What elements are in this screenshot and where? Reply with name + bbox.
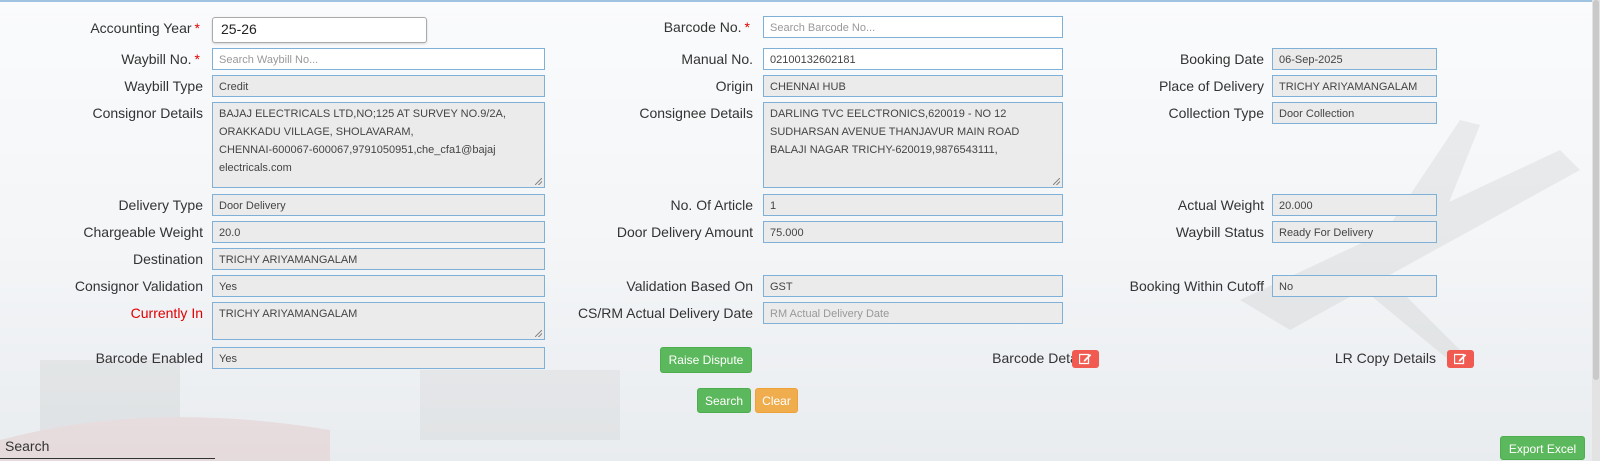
search-button[interactable]: Search <box>697 388 751 413</box>
validation-based-on-field: GST <box>763 275 1063 297</box>
place-of-delivery-field: TRICHY ARIYAMANGALAM <box>1272 75 1437 97</box>
origin-label: Origin <box>715 78 753 94</box>
actual-weight-field: 20.000 <box>1272 194 1437 216</box>
lr-copy-details-edit-button[interactable] <box>1447 350 1474 368</box>
consignor-details-field: BAJAJ ELECTRICALS LTD,NO;125 AT SURVEY N… <box>212 102 545 188</box>
waybill-no-label: Waybill No. * <box>121 50 200 68</box>
chargeable-weight-field: 20.0 <box>212 221 545 243</box>
accounting-year-label: Accounting Year * <box>90 19 200 37</box>
delivery-type-label: Delivery Type <box>118 197 203 213</box>
barcode-no-input[interactable]: Search Barcode No... <box>763 16 1063 38</box>
door-delivery-amount-field: 75.000 <box>763 221 1063 243</box>
currently-in-label: Currently In <box>130 305 203 321</box>
waybill-status-field: Ready For Delivery <box>1272 221 1437 243</box>
edit-icon <box>1079 353 1092 365</box>
consignee-details-label: Consignee Details <box>639 105 753 121</box>
accounting-year-label-text: Accounting Year <box>90 20 192 36</box>
barcode-no-label-text: Barcode No. <box>663 19 742 35</box>
table-search-input[interactable] <box>0 458 215 459</box>
waybill-type-field: Credit <box>212 75 545 97</box>
manual-no-label: Manual No. <box>681 51 753 67</box>
required-marker: * <box>744 19 750 35</box>
no-of-article-label: No. Of Article <box>670 197 753 213</box>
manual-no-input[interactable]: 02100132602181 <box>763 48 1063 70</box>
collection-type-label: Collection Type <box>1168 105 1264 121</box>
waybill-no-input[interactable]: Search Waybill No... <box>212 48 545 70</box>
booking-date-label: Booking Date <box>1179 51 1264 67</box>
actual-weight-label: Actual Weight <box>1177 197 1264 213</box>
vertical-scrollbar[interactable] <box>1592 0 1600 461</box>
barcode-details-edit-button[interactable] <box>1072 350 1099 368</box>
cs-rm-actual-delivery-date-label: CS/RM Actual Delivery Date <box>577 305 753 321</box>
booking-within-cutoff-label: Booking Within Cutoff <box>1129 278 1264 294</box>
place-of-delivery-label: Place of Delivery <box>1158 78 1264 94</box>
barcode-enabled-label: Barcode Enabled <box>95 350 203 366</box>
validation-based-on-label: Validation Based On <box>626 278 753 294</box>
collection-type-field: Door Collection <box>1272 102 1437 124</box>
raise-dispute-button[interactable]: Raise Dispute <box>660 347 752 373</box>
scrollbar-thumb[interactable] <box>1593 0 1599 380</box>
edit-icon <box>1454 353 1467 365</box>
booking-date-field: 06-Sep-2025 <box>1272 48 1437 70</box>
clear-button[interactable]: Clear <box>755 388 798 413</box>
waybill-status-label: Waybill Status <box>1175 224 1264 240</box>
lr-copy-details-label: LR Copy Details <box>1334 350 1436 366</box>
barcode-enabled-field: Yes <box>212 347 545 369</box>
waybill-no-label-text: Waybill No. <box>121 51 192 67</box>
barcode-no-label: Barcode No. * <box>664 18 750 36</box>
required-marker: * <box>194 51 200 67</box>
door-delivery-amount-label: Door Delivery Amount <box>616 224 753 240</box>
accounting-year-value: 25-26 <box>221 21 257 37</box>
top-border <box>0 0 1600 2</box>
no-of-article-field: 1 <box>763 194 1063 216</box>
consignor-validation-field: Yes <box>212 275 545 297</box>
delivery-type-field: Door Delivery <box>212 194 545 216</box>
booking-within-cutoff-field: No <box>1272 275 1437 297</box>
consignor-validation-label: Consignor Validation <box>74 278 203 294</box>
cs-rm-actual-delivery-date-field[interactable]: RM Actual Delivery Date <box>763 302 1063 324</box>
destination-label: Destination <box>132 251 203 267</box>
table-search-label: Search <box>5 438 50 454</box>
currently-in-field: TRICHY ARIYAMANGALAM <box>212 302 545 340</box>
consignor-details-label: Consignor Details <box>92 105 204 121</box>
origin-field: CHENNAI HUB <box>763 75 1063 97</box>
chargeable-weight-label: Chargeable Weight <box>83 224 203 240</box>
consignee-details-field: DARLING TVC EELCTRONICS,620019 - NO 12 S… <box>763 102 1063 188</box>
accounting-year-select[interactable]: 25-26 <box>212 17 427 43</box>
destination-field: TRICHY ARIYAMANGALAM <box>212 248 545 270</box>
export-excel-button[interactable]: Export Excel <box>1500 436 1585 460</box>
required-marker: * <box>194 20 200 36</box>
waybill-type-label: Waybill Type <box>124 78 203 94</box>
